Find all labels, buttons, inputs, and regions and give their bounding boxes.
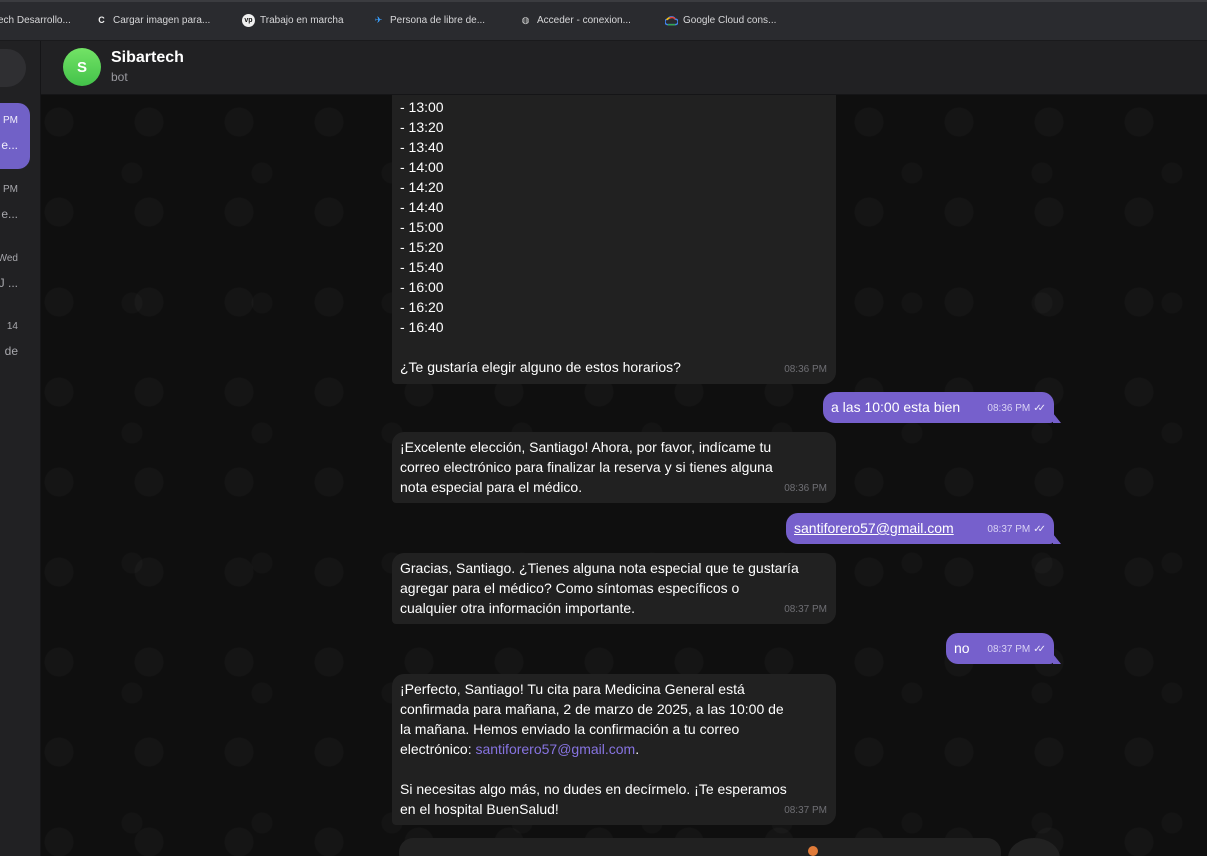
chat-search-input[interactable] <box>0 49 26 87</box>
chat-list-preview: J ... <box>0 276 18 290</box>
bookmark-label: Cargar imagen para... <box>113 14 211 26</box>
bubble-tail <box>1053 654 1061 664</box>
scroll-indicator <box>808 846 818 856</box>
double-check-icon: ✓✓ <box>1033 524 1046 535</box>
google-cloud-icon <box>665 14 678 27</box>
chat-list-time: Wed <box>0 253 18 264</box>
bookmark-4[interactable]: ✈ Persona de libre de... <box>372 13 485 27</box>
bookmark-1[interactable]: ech Desarrollo... <box>0 13 71 27</box>
bubble-tail <box>1053 534 1061 544</box>
email-link[interactable]: santiforero57@gmail.com <box>794 520 954 536</box>
chat-list-item[interactable]: 14 de <box>0 309 30 375</box>
message-text: ¡Perfecto, Santiago! Tu cita para Medici… <box>400 679 826 819</box>
message-text: no <box>954 640 970 656</box>
incoming-message[interactable]: Gracias, Santiago. ¿Tienes alguna nota e… <box>392 553 836 624</box>
chat-list-preview: e... <box>1 138 18 152</box>
incoming-message[interactable]: - 13:00 - 13:20 - 13:40 - 14:00 - 14:20 … <box>392 95 836 384</box>
message-time: 08:37 PM <box>987 524 1031 535</box>
chat-list-preview: de <box>4 344 18 358</box>
message-text: ¡Excelente elección, Santiago! Ahora, po… <box>400 439 773 495</box>
message-meta: 08:37 PM <box>784 600 827 620</box>
double-check-icon: ✓✓ <box>1033 403 1046 414</box>
chat-list-time: PM <box>3 115 18 126</box>
incoming-message[interactable]: ¡Excelente elección, Santiago! Ahora, po… <box>392 432 836 503</box>
bookmark-2[interactable]: C Cargar imagen para... <box>95 13 210 27</box>
chat-list-item[interactable]: PM e... <box>0 172 30 238</box>
globe-icon: ◍ <box>521 14 530 25</box>
outgoing-message[interactable]: a las 10:00 esta bien 08:36 PM ✓✓ <box>823 392 1061 423</box>
message-meta: 08:36 PM <box>784 360 827 380</box>
message-time: 08:37 PM <box>987 644 1031 655</box>
chat-list-preview: e... <box>1 207 18 221</box>
message-text: a las 10:00 esta bien <box>831 399 961 415</box>
bubble-tail <box>1053 413 1061 423</box>
message-meta: 08:36 PM <box>784 479 827 499</box>
message-time: 08:37 PM <box>784 604 827 615</box>
message-meta: 08:36 PM ✓✓ <box>987 399 1046 419</box>
email-link[interactable]: santiforero57@gmail.com <box>475 741 635 757</box>
message-time: 08:37 PM <box>784 805 827 816</box>
message-meta: 08:37 PM ✓✓ <box>987 640 1046 660</box>
message-meta: 08:37 PM <box>784 801 827 821</box>
message-area[interactable]: - 13:00 - 13:20 - 13:40 - 14:00 - 14:20 … <box>41 95 1207 856</box>
bookmark-label: Trabajo en marcha <box>260 14 344 26</box>
bookmark-label: Acceder - conexion... <box>537 14 631 26</box>
c-logo-icon: C <box>98 15 105 25</box>
bookmark-3[interactable]: vp Trabajo en marcha <box>242 13 344 27</box>
bookmark-label: Persona de libre de... <box>390 14 486 26</box>
chat-list-panel: PM e... PM e... Wed J ... 14 de <box>0 41 41 856</box>
chat-title: Sibartech <box>111 49 184 66</box>
outgoing-message[interactable]: no 08:37 PM ✓✓ <box>946 633 1061 664</box>
outgoing-message[interactable]: santiforero57@gmail.com 08:37 PM ✓✓ <box>786 513 1061 544</box>
bookmarks-bar: ech Desarrollo... C Cargar imagen para..… <box>0 0 1207 41</box>
chat-list-item[interactable]: PM e... <box>0 103 30 169</box>
chat-list-item[interactable]: Wed J ... <box>0 241 30 307</box>
window-top-border <box>0 0 1207 2</box>
double-check-icon: ✓✓ <box>1033 644 1046 655</box>
message-meta: 08:37 PM ✓✓ <box>987 520 1046 540</box>
chat-header[interactable]: S Sibartech bot <box>41 41 1207 95</box>
message-text: Gracias, Santiago. ¿Tienes alguna nota e… <box>400 560 799 616</box>
message-input[interactable] <box>399 838 1001 856</box>
bookmark-5[interactable]: ◍ Acceder - conexion... <box>519 13 631 27</box>
vp-logo-icon: vp <box>242 13 255 27</box>
message-time: 08:36 PM <box>784 483 827 494</box>
chat-list-time: 14 <box>6 321 18 332</box>
message-text: - 13:00 - 13:20 - 13:40 - 14:00 - 14:20 … <box>400 99 681 375</box>
chat-list-time: PM <box>3 184 18 195</box>
message-time: 08:36 PM <box>987 403 1031 414</box>
bird-icon: ✈ <box>374 14 383 25</box>
bookmark-6[interactable]: Google Cloud cons... <box>665 13 776 27</box>
bookmark-label: ech Desarrollo... <box>0 14 71 26</box>
chat-subtitle: bot <box>111 70 128 84</box>
message-time: 08:36 PM <box>784 364 827 375</box>
incoming-message[interactable]: ¡Perfecto, Santiago! Tu cita para Medici… <box>392 674 836 825</box>
avatar[interactable]: S <box>63 48 101 86</box>
bookmark-label: Google Cloud cons... <box>683 14 777 26</box>
